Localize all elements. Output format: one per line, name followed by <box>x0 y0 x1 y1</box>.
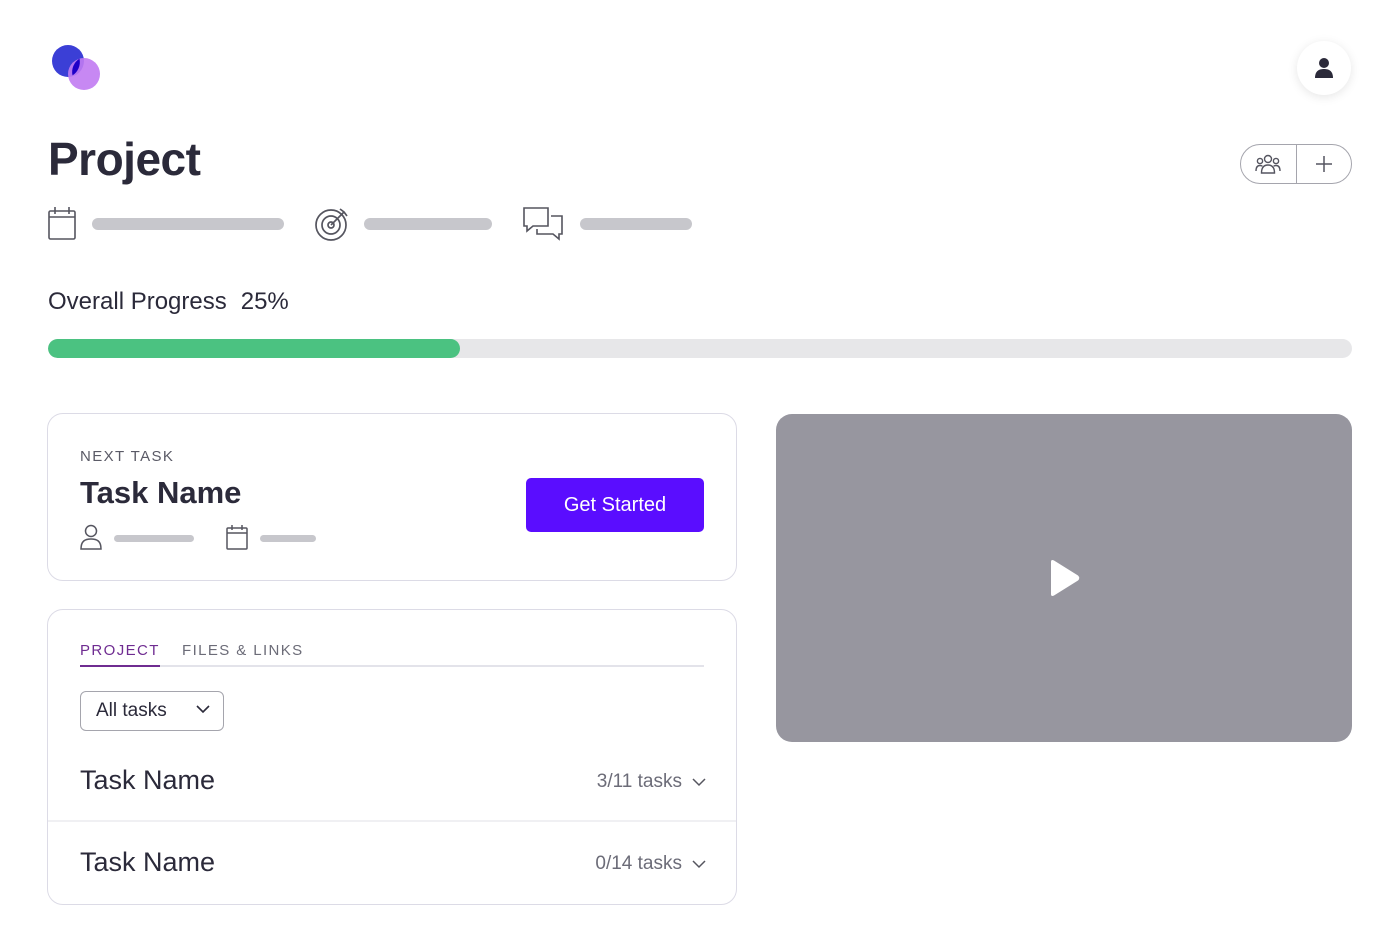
task-group-name: Task Name <box>80 847 216 877</box>
get-started-button[interactable]: Get Started <box>526 478 704 532</box>
assignee-placeholder <box>114 535 194 542</box>
next-task-card: NEXT TASK Task Name Get Started <box>47 413 737 581</box>
overall-progress-bar <box>48 339 1352 358</box>
chevron-down-icon <box>196 705 210 714</box>
due-date-placeholder <box>92 218 284 230</box>
task-group-count: 0/14 tasks <box>595 853 682 874</box>
play-icon[interactable] <box>1047 559 1081 597</box>
tab-project[interactable]: PROJECT <box>80 642 160 667</box>
calendar-icon <box>48 207 76 240</box>
project-actions-group <box>1240 144 1352 184</box>
task-filter-value: All tasks <box>96 700 167 721</box>
progress-bar-fill <box>48 339 461 358</box>
goal-placeholder <box>364 218 492 230</box>
next-task-label: NEXT TASK <box>80 448 175 465</box>
video-player[interactable] <box>776 414 1352 742</box>
next-task-title[interactable]: Task Name <box>80 475 241 511</box>
task-group-row[interactable]: Task Name 3/11 tasks <box>48 740 736 822</box>
team-members-button[interactable] <box>1241 145 1296 183</box>
task-filter-select[interactable]: All tasks <box>80 691 224 731</box>
users-icon <box>1255 154 1281 174</box>
calendar-icon <box>226 525 248 550</box>
task-group-row[interactable]: Task Name 0/14 tasks <box>48 820 736 902</box>
tab-files-links[interactable]: FILES & LINKS <box>182 642 304 665</box>
page-title: Project <box>48 133 201 185</box>
user-avatar-button[interactable] <box>1297 41 1351 95</box>
task-group-count: 3/11 tasks <box>596 771 682 792</box>
overlapping-circles-logo-icon <box>52 45 100 90</box>
app-logo[interactable] <box>50 44 102 92</box>
chevron-down-icon[interactable] <box>692 860 706 869</box>
chevron-down-icon[interactable] <box>692 778 706 787</box>
target-icon <box>315 208 348 241</box>
task-group-name: Task Name <box>80 765 216 795</box>
tabs: PROJECT FILES & LINKS <box>80 642 704 667</box>
user-icon <box>1315 58 1333 78</box>
chat-icon <box>523 207 563 241</box>
overall-progress-label: Overall Progress 25% <box>48 288 289 316</box>
add-member-button[interactable] <box>1295 145 1352 183</box>
tasks-panel: PROJECT FILES & LINKS All tasks Task Nam… <box>47 609 737 905</box>
progress-percent: 25% <box>240 288 289 315</box>
comments-placeholder <box>580 218 692 230</box>
due-date-placeholder <box>260 535 316 542</box>
progress-title: Overall Progress <box>48 288 227 315</box>
plus-icon <box>1315 156 1332 172</box>
user-outline-icon <box>80 524 102 550</box>
